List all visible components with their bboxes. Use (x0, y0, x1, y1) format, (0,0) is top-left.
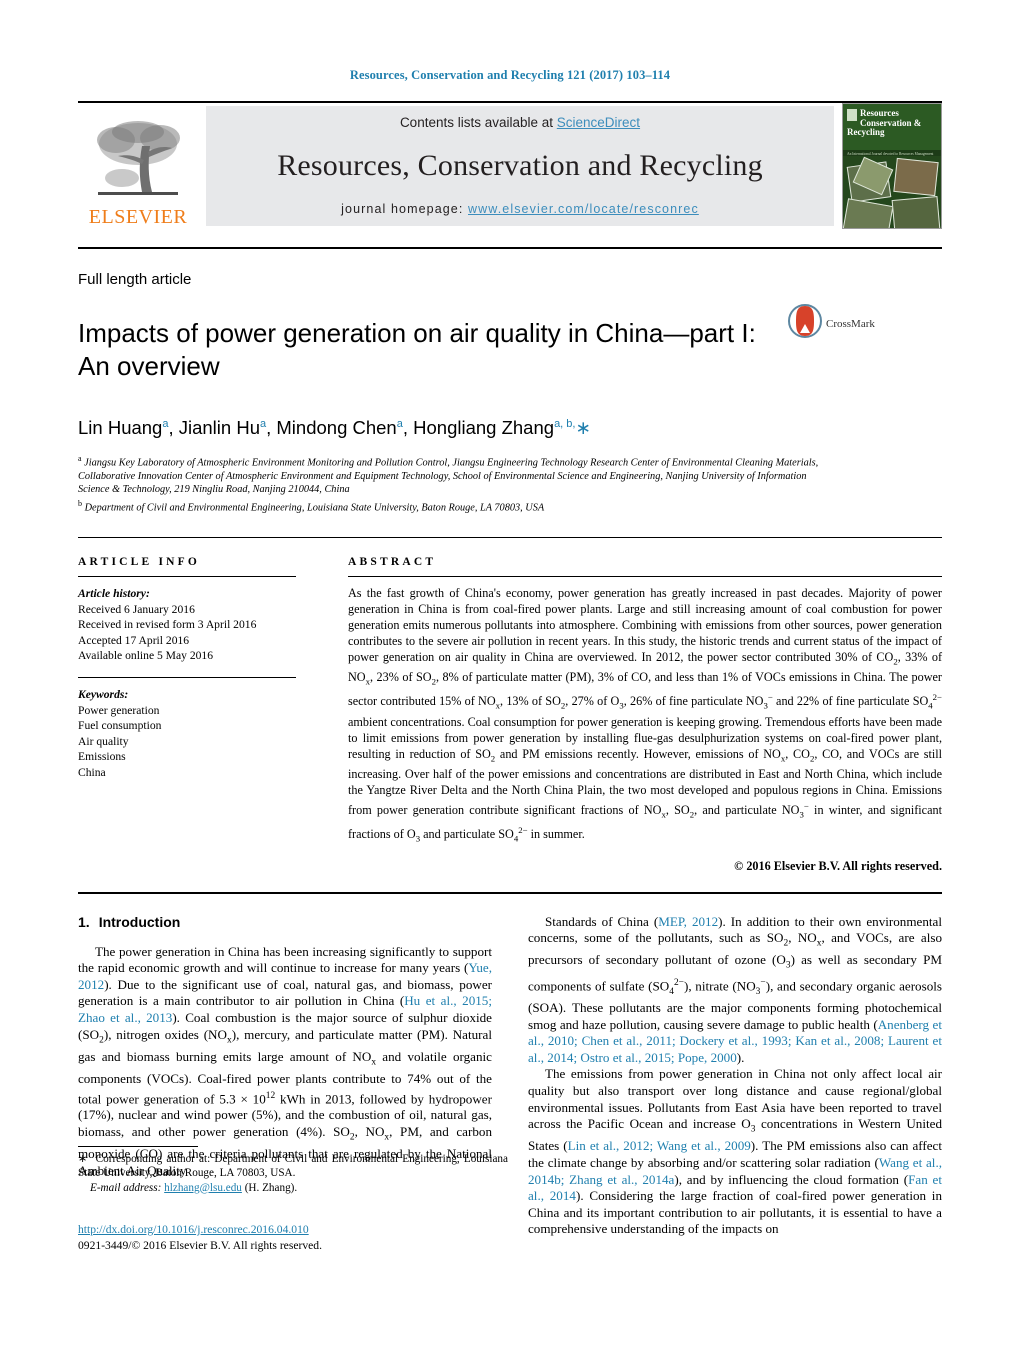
corresponding-author-text: Corresponding author at: Department of C… (78, 1153, 508, 1180)
article-info-column: ARTICLE INFO Article history: Received 6… (78, 556, 348, 874)
sciencedirect-link[interactable]: ScienceDirect (557, 115, 640, 130)
journal-title: Resources, Conservation and Recycling (277, 149, 763, 182)
abstract-bottom-rule (78, 891, 942, 894)
keyword-item: Fuel consumption (78, 719, 162, 733)
info-section-top-rule (78, 537, 942, 539)
email-label: E-mail address: (90, 1181, 162, 1194)
cover-header: Resources Conservation & Recycling (843, 104, 941, 150)
cover-title-line3: Recycling (847, 127, 885, 137)
keyword-item: China (78, 765, 106, 779)
abstract-text: As the fast growth of China's economy, p… (348, 586, 943, 844)
article-info-heading: ARTICLE INFO (78, 556, 201, 569)
journal-banner: Contents lists available at ScienceDirec… (206, 106, 834, 226)
paragraph: The power generation in China has been i… (78, 943, 492, 1178)
running-head: Resources, Conservation and Recycling 12… (349, 68, 671, 82)
email-owner: (H. Zhang). (244, 1181, 298, 1194)
email-line: E-mail address: hlzhang@lsu.edu (H. Zhan… (78, 1181, 508, 1195)
affiliation-b: b Department of Civil and Environmental … (78, 499, 545, 514)
elsevier-tree-icon (92, 114, 184, 206)
footnote-block: ∗ Corresponding author at: Department of… (78, 1146, 508, 1195)
journal-cover-thumbnail: Resources Conservation & Recycling An In… (842, 103, 942, 229)
info-abstract-row: ARTICLE INFO Article history: Received 6… (78, 556, 942, 874)
article-info-rule (78, 576, 296, 578)
contents-line: Contents lists available at ScienceDirec… (400, 115, 640, 130)
journal-homepage-line: journal homepage: www.elsevier.com/locat… (341, 202, 699, 216)
history-item: Received 6 January 2016 (78, 602, 195, 616)
affiliation-a-text: Jiangsu Key Laboratory of Atmospheric En… (78, 457, 819, 496)
keywords-block: Keywords: Power generation Fuel consumpt… (78, 687, 320, 781)
keywords-label: Keywords: (78, 688, 129, 701)
section-number: 1. (78, 913, 90, 930)
page-title: Impacts of power generation on air quali… (78, 318, 756, 382)
history-item: Received in revised form 3 April 2016 (78, 618, 257, 632)
affiliation-b-text: Department of Civil and Environmental En… (84, 502, 545, 514)
abstract-heading: ABSTRACT (348, 556, 437, 569)
author-list: Lin Huanga, Jianlin Hua, Mindong Chena, … (78, 416, 591, 438)
email-link[interactable]: hlzhang@lsu.edu (164, 1182, 242, 1194)
history-item: Accepted 17 April 2016 (78, 633, 190, 647)
contents-prefix: Contents lists available at (399, 115, 557, 130)
history-item: Available online 5 May 2016 (78, 649, 214, 663)
crossmark-label: CrossMark (826, 317, 875, 330)
doi-link[interactable]: http://dx.doi.org/10.1016/j.resconrec.20… (78, 1223, 309, 1236)
article-type: Full length article (78, 271, 192, 288)
article-history: Article history: Received 6 January 2016… (78, 586, 320, 664)
paragraph: Standards of China (MEP, 2012). In addit… (528, 913, 942, 1065)
journal-masthead: ELSEVIER Contents lists available at Sci… (78, 103, 942, 229)
abstract-copyright: © 2016 Elsevier B.V. All rights reserved… (734, 858, 942, 873)
section-title: Introduction (98, 913, 181, 930)
elsevier-wordmark: ELSEVIER (88, 206, 188, 228)
keyword-item: Power generation (78, 703, 160, 717)
body-right-column: Standards of China (MEP, 2012). In addit… (528, 914, 942, 1238)
crossmark-icon (788, 304, 822, 343)
paragraph: The emissions from power generation in C… (528, 1066, 943, 1237)
journal-homepage-link[interactable]: www.elsevier.com/locate/resconrec (468, 202, 699, 216)
affiliations: a Jiangsu Key Laboratory of Atmospheric … (78, 452, 838, 515)
section-heading-introduction: 1. Introduction (78, 914, 492, 930)
footer-block: http://dx.doi.org/10.1016/j.resconrec.20… (78, 1222, 322, 1253)
keyword-item: Emissions (78, 750, 126, 764)
abstract-column: ABSTRACT As the fast growth of China's e… (348, 556, 942, 874)
abstract-rule (348, 576, 942, 578)
elsevier-logo: ELSEVIER (78, 103, 198, 229)
masthead-bottom-rule (78, 247, 942, 249)
crossmark-badge[interactable]: CrossMark (788, 304, 875, 343)
footnote-marker: ∗ (78, 1153, 88, 1165)
keyword-item: Air quality (78, 734, 129, 748)
footnote-rule (78, 1146, 198, 1147)
homepage-label: journal homepage: (341, 202, 468, 216)
cover-photo-collage (843, 156, 941, 228)
title-row: Impacts of power generation on air quali… (78, 300, 942, 401)
issn-copyright: 0921-3449/© 2016 Elsevier B.V. All right… (78, 1238, 322, 1252)
affiliation-a: a Jiangsu Key Laboratory of Atmospheric … (78, 453, 819, 496)
corresponding-author-note: ∗ Corresponding author at: Department of… (78, 1152, 508, 1195)
article-page: Resources, Conservation and Recycling 12… (0, 0, 1020, 1351)
cover-elsevier-mark-icon (847, 109, 857, 121)
keywords-rule (78, 677, 296, 678)
article-history-label: Article history: (78, 587, 150, 601)
